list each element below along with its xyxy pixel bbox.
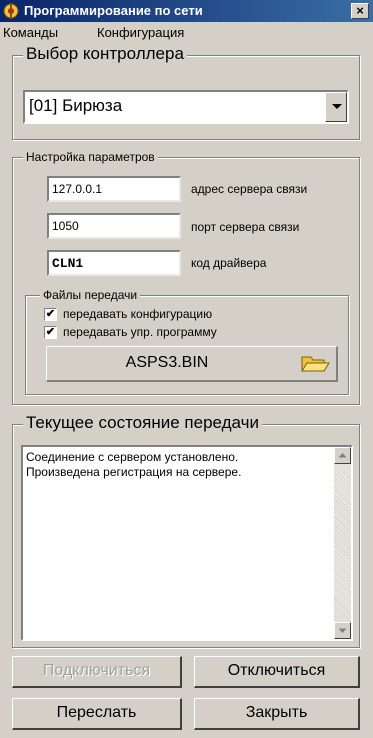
params-legend: Настройка параметров <box>23 150 158 164</box>
title-bar[interactable]: Программирование по сети × <box>0 0 373 22</box>
status-legend: Текущее состояние передачи <box>23 413 262 433</box>
scroll-up-button[interactable] <box>334 447 351 464</box>
send-config-checkbox[interactable]: ✔ <box>44 308 57 321</box>
menu-bar: Команды Конфигурация <box>0 22 373 42</box>
vertical-scrollbar[interactable] <box>334 447 351 639</box>
server-port-label: порт сервера связи <box>191 220 300 234</box>
driver-code-input[interactable]: CLN1 <box>47 250 181 276</box>
app-network-icon <box>3 3 19 19</box>
params-group: Настройка параметров 127.0.0.1 адрес сер… <box>12 150 360 405</box>
send-program-checkbox[interactable]: ✔ <box>44 326 57 339</box>
status-log[interactable]: Соединение с сервером установлено. Произ… <box>21 445 353 641</box>
menu-commands[interactable]: Команды <box>3 25 58 40</box>
controller-group: Выбор контроллера [01] Бирюза <box>12 44 360 140</box>
arrow-down-icon <box>338 628 347 633</box>
send-config-label[interactable]: передавать конфигурацию <box>63 307 212 321</box>
file-select-button[interactable]: ASPS3.BIN <box>46 346 338 382</box>
arrow-up-icon <box>338 453 347 458</box>
controller-select[interactable]: [01] Бирюза <box>23 90 349 124</box>
send-button[interactable]: Переслать <box>12 698 182 730</box>
dropdown-button[interactable] <box>325 92 347 122</box>
file-name: ASPS3.BIN <box>125 354 209 371</box>
menu-configuration[interactable]: Конфигурация <box>97 25 184 40</box>
chevron-down-icon <box>332 104 342 109</box>
send-program-label[interactable]: передавать упр. программу <box>63 325 217 339</box>
controller-selected-value: [01] Бирюза <box>29 96 123 115</box>
connect-button[interactable]: Подключиться <box>12 656 182 688</box>
disconnect-button[interactable]: Отключиться <box>194 656 360 688</box>
files-legend: Файлы передачи <box>40 288 141 302</box>
server-address-label: адрес сервера связи <box>191 182 308 196</box>
controller-legend: Выбор контроллера <box>23 44 187 64</box>
log-line: Соединение с сервером установлено. <box>26 450 239 464</box>
scroll-down-button[interactable] <box>334 622 351 639</box>
status-group: Текущее состояние передачи Соединение с … <box>12 413 360 648</box>
driver-code-label: код драйвера <box>191 256 267 270</box>
close-window-button[interactable]: × <box>351 3 369 19</box>
files-group: Файлы передачи ✔ передавать конфигурацию… <box>25 288 349 395</box>
window-title: Программирование по сети <box>24 3 203 18</box>
folder-open-icon <box>301 356 330 372</box>
server-address-input[interactable]: 127.0.0.1 <box>47 176 181 202</box>
close-button[interactable]: Закрыть <box>194 698 360 730</box>
log-line: Произведена регистрация на сервере. <box>26 465 242 479</box>
server-port-input[interactable]: 1050 <box>47 213 181 239</box>
